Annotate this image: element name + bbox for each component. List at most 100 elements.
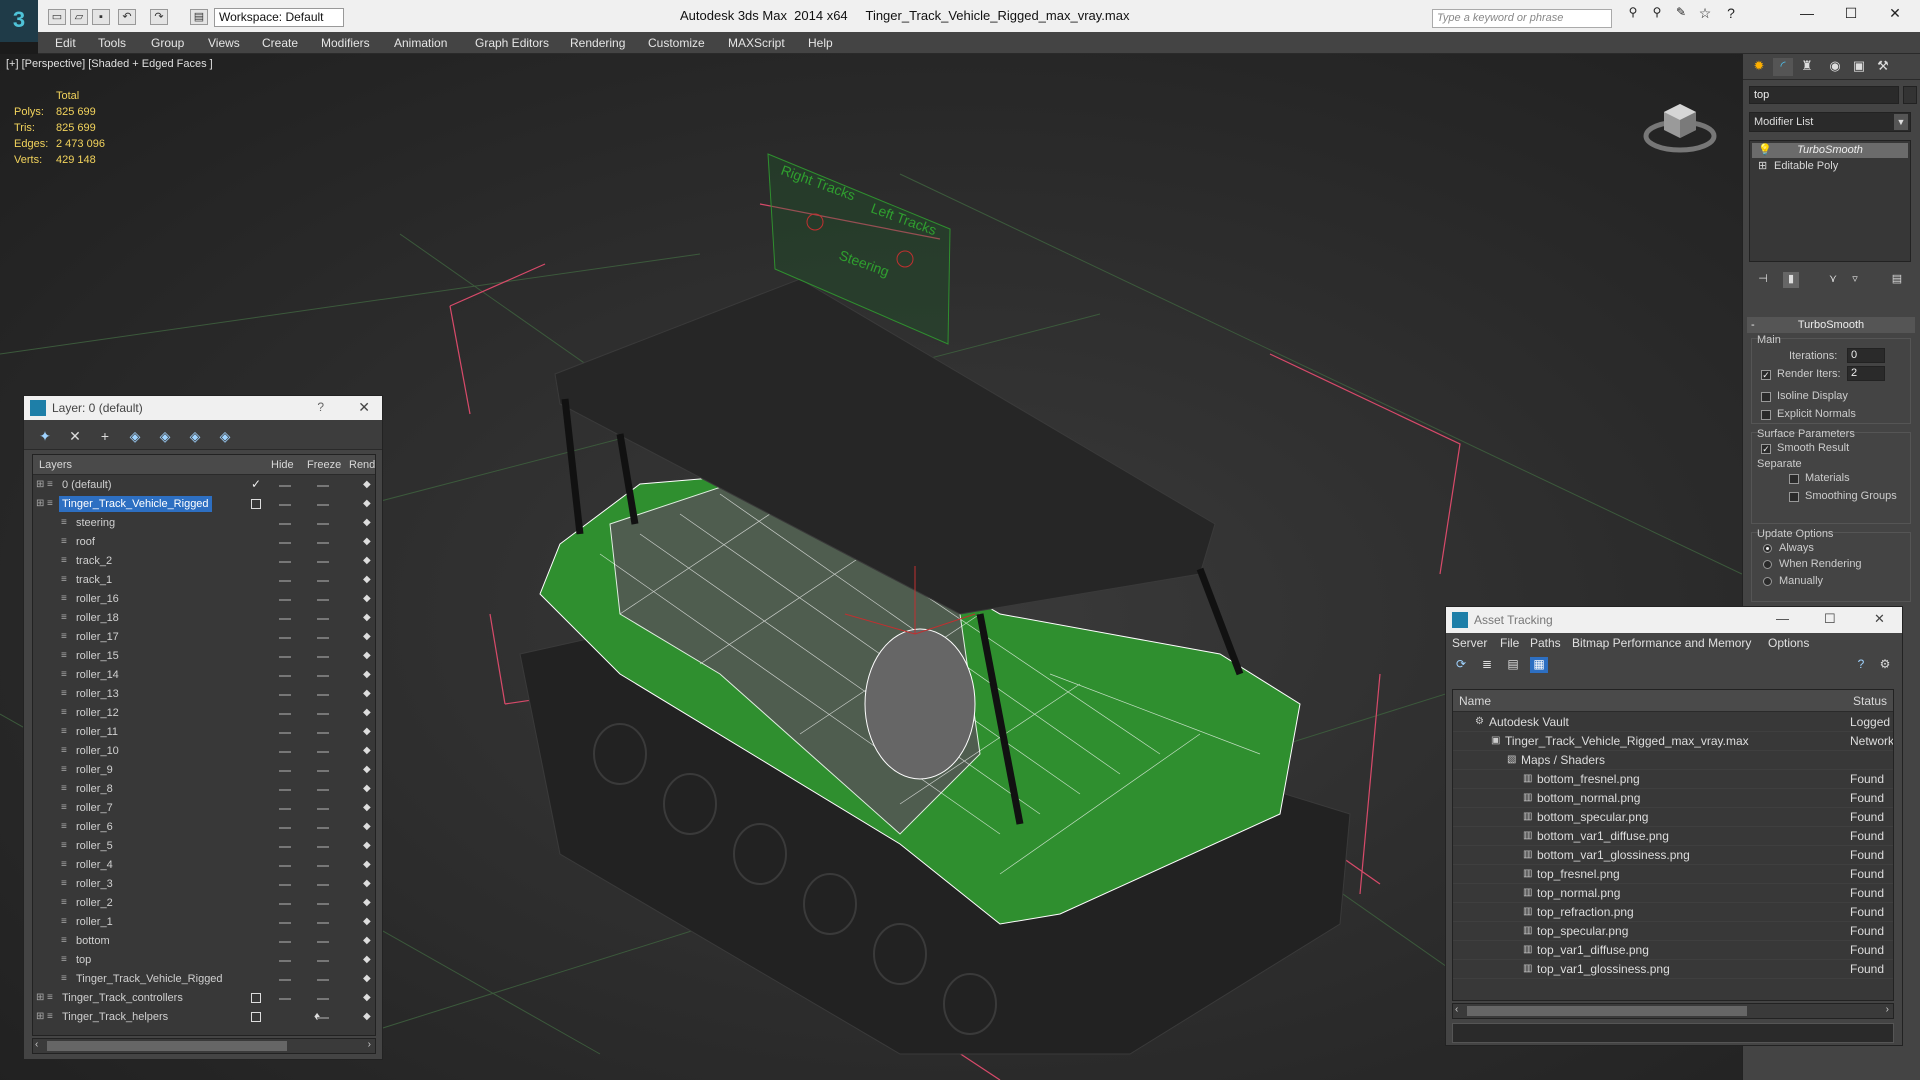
render-teapot-icon[interactable]: ◆ [363, 536, 373, 547]
layer-row[interactable]: ≡ roller_4 ◆ [33, 856, 375, 875]
layer-name[interactable]: roller_6 [73, 819, 116, 835]
close-icon[interactable]: ✕ [358, 399, 370, 416]
hide-toggle[interactable] [279, 865, 291, 867]
render-teapot-icon[interactable]: ◆ [363, 650, 373, 661]
render-teapot-icon[interactable]: ◆ [363, 574, 373, 585]
layer-name[interactable]: roller_17 [73, 629, 122, 645]
search-icon[interactable]: ⚲ [1646, 5, 1668, 25]
layer-name[interactable]: track_1 [73, 572, 115, 588]
column-name[interactable]: Name [1459, 694, 1491, 708]
hide-toggle[interactable] [279, 542, 291, 544]
asset-row[interactable]: ▥ bottom_specular.png Found [1453, 808, 1893, 827]
menu-group[interactable]: Group [151, 36, 184, 50]
layer-name[interactable]: roller_3 [73, 876, 116, 892]
layer-row[interactable]: ⊞ ≡ Tinger_Track_controllers ◆ [33, 989, 375, 1008]
freeze-toggle[interactable] [317, 732, 329, 734]
layer-name[interactable]: Tinger_Track_Vehicle_Rigged [59, 496, 212, 512]
render-teapot-icon[interactable]: ◆ [363, 612, 373, 623]
scroll-right-icon[interactable]: › [1886, 1004, 1889, 1015]
binoculars-icon[interactable]: ⚲ [1622, 5, 1644, 25]
hide-toggle[interactable] [279, 580, 291, 582]
viewport-label[interactable]: [+] [Perspective] [Shaded + Edged Faces … [6, 58, 213, 70]
layer-name[interactable]: top [73, 952, 94, 968]
layer-name[interactable]: steering [73, 515, 118, 531]
menu-edit[interactable]: Edit [55, 36, 76, 50]
hide-toggle[interactable] [279, 808, 291, 810]
asset-row[interactable]: ▥ top_fresnel.png Found [1453, 865, 1893, 884]
object-name-field[interactable]: top [1749, 86, 1899, 104]
layer-select-box[interactable] [251, 499, 261, 509]
asset-row[interactable]: ▧ Maps / Shaders [1453, 751, 1893, 770]
display-tab-icon[interactable]: ▣ [1849, 58, 1869, 76]
hierarchy-tab-icon[interactable]: ♜ [1797, 58, 1817, 76]
menu-customize[interactable]: Customize [648, 36, 705, 50]
layer-select-box[interactable] [251, 1012, 261, 1022]
hide-toggle[interactable] [279, 903, 291, 905]
asset-row[interactable]: ▥ bottom_var1_glossiness.png Found [1453, 846, 1893, 865]
layer-row[interactable]: ≡ roller_12 ◆ [33, 704, 375, 723]
search-input[interactable]: Type a keyword or phrase [1432, 9, 1612, 28]
layer-row[interactable]: ≡ roller_13 ◆ [33, 685, 375, 704]
explicit-normals-checkbox[interactable] [1761, 410, 1771, 420]
freeze-toggle[interactable] [317, 599, 329, 601]
layer-row[interactable]: ≡ steering ◆ [33, 514, 375, 533]
render-teapot-icon[interactable]: ◆ [363, 783, 373, 794]
render-teapot-icon[interactable]: ◆ [363, 935, 373, 946]
smoothing-groups-checkbox[interactable] [1789, 492, 1799, 502]
scroll-thumb[interactable] [47, 1041, 287, 1051]
hide-toggle[interactable] [279, 485, 291, 487]
when-rendering-radio[interactable] [1763, 560, 1772, 569]
smooth-result-checkbox[interactable]: ✓ [1761, 444, 1771, 454]
render-teapot-icon[interactable]: ◆ [363, 517, 373, 528]
hide-toggle[interactable] [279, 523, 291, 525]
layer-row[interactable]: ≡ roller_15 ◆ [33, 647, 375, 666]
freeze-toggle[interactable] [317, 960, 329, 962]
asset-row[interactable]: ▥ bottom_fresnel.png Found [1453, 770, 1893, 789]
help-icon[interactable]: ? [317, 400, 324, 414]
layer-row[interactable]: ⊞ ≡ 0 (default) ✓ ◆ [33, 476, 375, 495]
expand-icon[interactable]: ⊞ [36, 498, 46, 510]
layer-name[interactable]: roller_11 [73, 724, 121, 740]
layer-horizontal-scrollbar[interactable]: ‹ › [32, 1038, 376, 1054]
freeze-toggle[interactable] [317, 637, 329, 639]
render-teapot-icon[interactable]: ◆ [363, 498, 373, 509]
layer-row[interactable]: ≡ roller_11 ◆ [33, 723, 375, 742]
detail-view-icon[interactable]: ▤ [1504, 657, 1522, 673]
configure-sets-icon[interactable]: ▤ [1889, 272, 1905, 288]
viewcube-icon[interactable] [1640, 84, 1720, 164]
render-teapot-icon[interactable]: ◆ [363, 973, 373, 984]
asset-menu-file[interactable]: File [1500, 636, 1519, 650]
workspace-dropdown[interactable]: Workspace: Default [214, 8, 344, 27]
asset-menu-server[interactable]: Server [1452, 636, 1487, 650]
hide-toggle[interactable] [279, 751, 291, 753]
layer-row[interactable]: ≡ Tinger_Track_Vehicle_Rigged ◆ [33, 970, 375, 989]
layer-window-titlebar[interactable]: Layer: 0 (default) ? ✕ [24, 396, 382, 420]
hide-toggle[interactable] [279, 846, 291, 848]
menu-tools[interactable]: Tools [98, 36, 126, 50]
render-teapot-icon[interactable]: ◆ [363, 707, 373, 718]
freeze-toggle[interactable] [317, 561, 329, 563]
freeze-toggle[interactable] [317, 1017, 329, 1019]
freeze-toggle[interactable] [317, 504, 329, 506]
hide-toggle[interactable] [279, 979, 291, 981]
layer-name[interactable]: Tinger_Track_Vehicle_Rigged [73, 971, 226, 987]
column-status[interactable]: Status [1853, 694, 1887, 708]
hide-all-layers-icon[interactable]: ◈ [186, 427, 204, 445]
render-teapot-icon[interactable]: ◆ [363, 878, 373, 889]
render-teapot-icon[interactable]: ◆ [363, 593, 373, 604]
current-layer-check-icon[interactable]: ✓ [251, 477, 261, 491]
hide-toggle[interactable] [279, 694, 291, 696]
layer-name[interactable]: roller_4 [73, 857, 116, 873]
render-teapot-icon[interactable]: ◆ [363, 1011, 373, 1022]
render-teapot-icon[interactable]: ◆ [363, 840, 373, 851]
remove-modifier-icon[interactable]: ▿ [1847, 272, 1863, 288]
always-radio[interactable] [1763, 544, 1772, 553]
column-render[interactable]: Rende [349, 459, 375, 471]
freeze-toggle[interactable] [317, 789, 329, 791]
layer-row[interactable]: ≡ roller_5 ◆ [33, 837, 375, 856]
layer-name[interactable]: roller_10 [73, 743, 122, 759]
stack-item-turbosmooth[interactable]: 💡 TurboSmooth [1752, 143, 1908, 158]
menu-modifiers[interactable]: Modifiers [321, 36, 370, 50]
save-icon[interactable]: ▪ [92, 9, 110, 25]
freeze-toggle[interactable] [317, 694, 329, 696]
